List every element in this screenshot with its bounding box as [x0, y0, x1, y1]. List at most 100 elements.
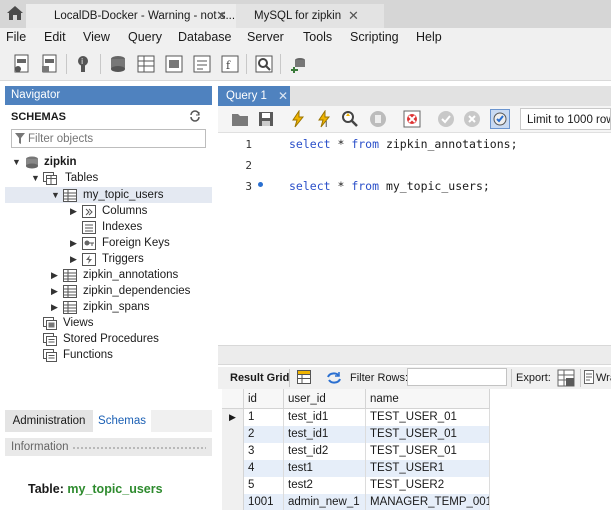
table-cell[interactable]: test1 — [284, 460, 366, 477]
result-grid-tab[interactable]: Result Grid — [230, 372, 289, 384]
refresh-icon[interactable] — [189, 110, 201, 122]
expand-arrow-icon[interactable]: ▼ — [31, 170, 40, 186]
close-icon[interactable]: ✕ — [348, 4, 359, 28]
open-file-icon[interactable] — [231, 110, 249, 128]
save-icon[interactable] — [257, 110, 275, 128]
stop-icon[interactable] — [369, 110, 387, 128]
create-procedure-icon[interactable] — [192, 54, 212, 74]
menu-query[interactable]: Query — [128, 30, 162, 44]
table-cell[interactable]: test2 — [284, 477, 366, 494]
foreign-keys-icon — [82, 237, 96, 250]
wrap-label[interactable]: Wrap — [596, 372, 611, 384]
menu-view[interactable]: View — [83, 30, 110, 44]
toolbar-separator — [580, 369, 581, 387]
close-icon[interactable]: ✕ — [278, 86, 288, 106]
table-cell[interactable]: 1001 — [244, 494, 284, 510]
explain-icon[interactable] — [341, 110, 359, 128]
inspector-icon[interactable]: i — [74, 54, 94, 74]
table-cell[interactable]: 3 — [244, 443, 284, 460]
expand-arrow-icon[interactable]: ▶ — [70, 251, 77, 267]
column-header-id[interactable]: id — [244, 389, 284, 409]
table-cell[interactable]: test_id1 — [284, 409, 366, 426]
foreign-keys-label: Foreign Keys — [102, 237, 170, 249]
execute-icon[interactable] — [289, 109, 307, 128]
row-selector[interactable] — [222, 426, 244, 443]
expand-arrow-icon[interactable]: ▶ — [51, 267, 58, 283]
search-table-icon[interactable] — [254, 54, 274, 74]
menu-file[interactable]: File — [6, 30, 26, 44]
create-schema-icon[interactable] — [108, 54, 128, 74]
table-cell[interactable]: TEST_USER2 — [366, 477, 490, 494]
table-cell[interactable]: TEST_USER_01 — [366, 443, 490, 460]
menu-edit[interactable]: Edit — [44, 30, 66, 44]
sql-editor[interactable] — [218, 133, 611, 345]
commit-icon[interactable] — [437, 110, 455, 128]
code-line-1[interactable]: select * from zipkin_annotations; — [289, 137, 518, 151]
execute-current-icon[interactable]: I — [315, 109, 333, 129]
tab-mysql-zipkin[interactable]: MySQL for zipkin ✕ — [236, 4, 384, 28]
expand-arrow-icon[interactable]: ▶ — [51, 283, 58, 299]
menu-server[interactable]: Server — [247, 30, 284, 44]
new-sql-tab-icon[interactable] — [12, 54, 32, 74]
grid-view-icon[interactable] — [297, 370, 311, 384]
menu-help[interactable]: Help — [416, 30, 442, 44]
tab-query-1[interactable]: Query 1 ✕ — [218, 86, 290, 106]
refresh-rows-icon[interactable] — [326, 371, 342, 385]
table-cell[interactable]: admin_new_1 — [284, 494, 366, 510]
row-selector[interactable] — [222, 477, 244, 494]
row-selector[interactable]: ▶ — [222, 409, 244, 426]
navigator-header: Navigator — [5, 86, 212, 105]
create-view-icon[interactable] — [164, 54, 184, 74]
autocommit-icon[interactable] — [490, 109, 510, 129]
toggle-error-icon[interactable] — [403, 110, 421, 128]
table-icon — [63, 301, 77, 314]
open-sql-icon[interactable] — [40, 54, 60, 74]
tab-schemas[interactable]: Schemas — [93, 410, 151, 432]
filter-objects-field[interactable] — [11, 129, 206, 148]
code-line-3[interactable]: select * from my_topic_users; — [289, 179, 490, 193]
menu-tools[interactable]: Tools — [303, 30, 332, 44]
table-cell[interactable]: test_id1 — [284, 426, 366, 443]
tab-localdb-docker[interactable]: LocalDB-Docker - Warning - not s... ✕ — [26, 4, 262, 28]
row-selector[interactable] — [222, 460, 244, 477]
table-cell[interactable]: TEST_USER_01 — [366, 426, 490, 443]
expand-arrow-icon[interactable]: ▼ — [51, 187, 60, 203]
table-cell[interactable]: test_id2 — [284, 443, 366, 460]
expand-arrow-icon[interactable]: ▶ — [70, 235, 77, 251]
table-cell[interactable]: 1 — [244, 409, 284, 426]
home-icon[interactable] — [6, 5, 24, 21]
column-header-user-id[interactable]: user_id — [284, 389, 366, 409]
sql-token: * — [330, 179, 352, 193]
create-table-icon[interactable] — [136, 54, 156, 74]
export-icon[interactable] — [557, 369, 575, 387]
row-selector[interactable] — [222, 494, 244, 510]
limit-rows-select[interactable]: Limit to 1000 rows — [520, 108, 611, 130]
export-label: Export: — [516, 372, 551, 384]
close-icon[interactable]: ✕ — [216, 4, 227, 28]
table-label: zipkin_annotations — [83, 269, 179, 281]
table-cell[interactable]: 4 — [244, 460, 284, 477]
filter-objects-input[interactable] — [28, 131, 198, 146]
table-cell[interactable]: 2 — [244, 426, 284, 443]
tables-label: Tables — [65, 172, 99, 184]
column-header-name[interactable]: name — [366, 389, 490, 409]
table-label: zipkin_spans — [83, 301, 150, 313]
editor-result-splitter[interactable] — [218, 345, 611, 365]
create-function-icon[interactable]: f — [220, 54, 240, 74]
table-cell[interactable]: 5 — [244, 477, 284, 494]
table-cell[interactable]: TEST_USER_01 — [366, 409, 490, 426]
row-selector[interactable] — [222, 443, 244, 460]
tab-administration[interactable]: Administration — [5, 410, 93, 432]
rollback-icon[interactable] — [463, 110, 481, 128]
filter-rows-input[interactable] — [407, 368, 507, 386]
expand-arrow-icon[interactable]: ▶ — [70, 203, 77, 219]
reconnect-icon[interactable] — [288, 54, 308, 74]
expand-arrow-icon[interactable]: ▼ — [12, 154, 21, 170]
wrap-icon[interactable] — [584, 370, 594, 384]
table-cell[interactable]: MANAGER_TEMP_001 — [366, 494, 490, 510]
menu-database[interactable]: Database — [178, 30, 232, 44]
splitter-grip[interactable] — [72, 446, 206, 450]
menu-scripting[interactable]: Scripting — [350, 30, 399, 44]
table-cell[interactable]: TEST_USER1 — [366, 460, 490, 477]
expand-arrow-icon[interactable]: ▶ — [51, 299, 58, 315]
